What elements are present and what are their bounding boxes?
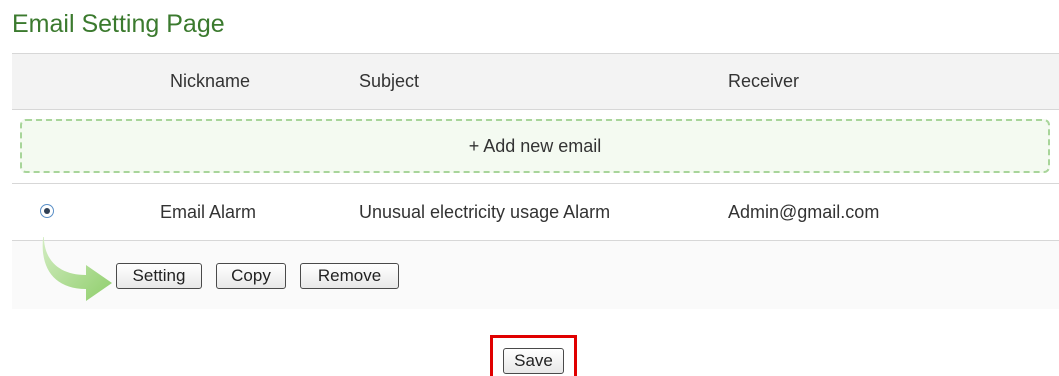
table-header: Nickname Subject Receiver — [12, 53, 1059, 110]
email-setting-page: Email Setting Page Nickname Subject Rece… — [0, 0, 1059, 376]
add-new-email-button[interactable]: + Add new email — [20, 119, 1050, 173]
cell-subject: Unusual electricity usage Alarm — [359, 202, 611, 222]
copy-button[interactable]: Copy — [216, 263, 286, 289]
email-table: Nickname Subject Receiver + Add new emai… — [12, 53, 1059, 309]
remove-button[interactable]: Remove — [300, 263, 399, 289]
header-subject: Subject — [359, 71, 420, 91]
table-row[interactable]: Email Alarm Unusual electricity usage Al… — [12, 184, 1059, 241]
radio-selected-dot — [44, 208, 50, 214]
page-title: Email Setting Page — [12, 10, 225, 38]
row-actions: Setting Copy Remove — [12, 237, 1059, 309]
add-email-row: + Add new email — [12, 110, 1059, 184]
setting-button[interactable]: Setting — [116, 263, 202, 289]
row-select-radio[interactable] — [40, 204, 54, 218]
save-button[interactable]: Save — [503, 348, 564, 374]
header-nickname: Nickname — [170, 71, 251, 91]
cell-receiver: Admin@gmail.com — [728, 202, 880, 222]
cell-nickname: Email Alarm — [160, 202, 257, 222]
curved-arrow-right-icon — [42, 237, 112, 301]
header-receiver: Receiver — [728, 71, 800, 91]
